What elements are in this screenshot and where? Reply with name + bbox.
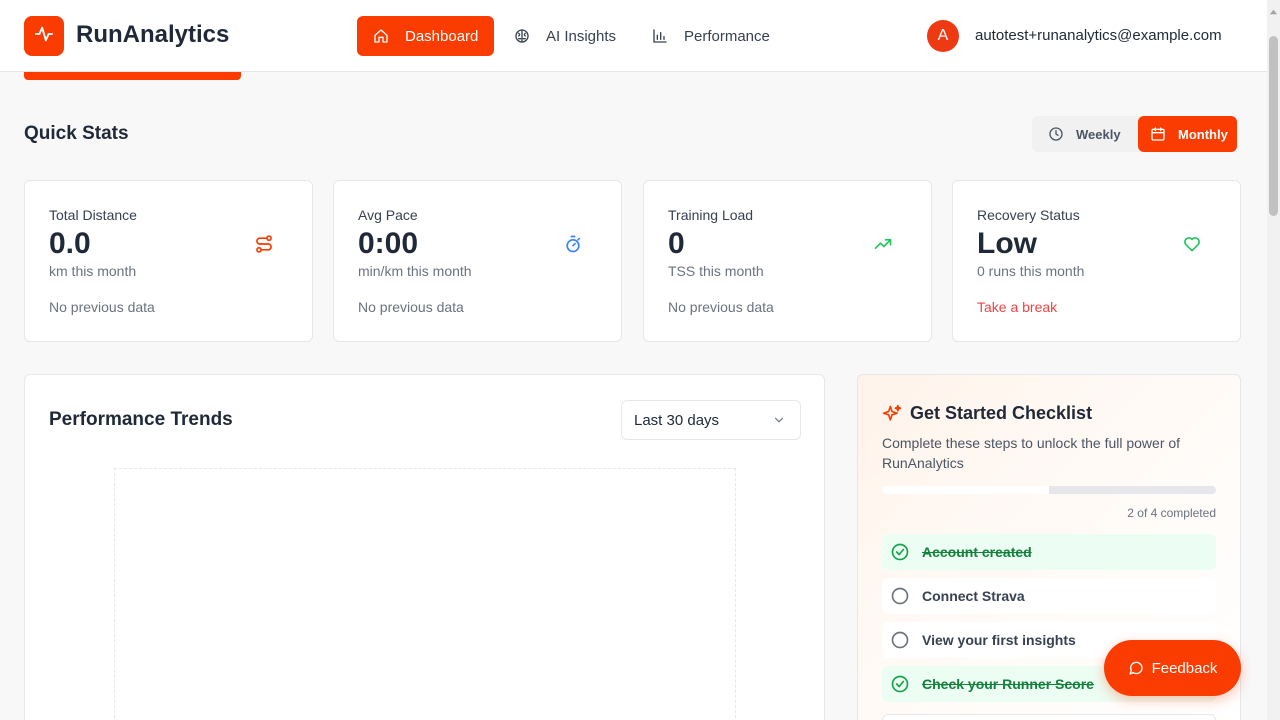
weekly-button[interactable]: Weekly <box>1036 116 1133 152</box>
performance-trends-card: Performance Trends Last 30 days <box>24 374 825 720</box>
progress-text: 2 of 4 completed <box>1127 506 1216 520</box>
checklist-item-label: Account created <box>922 544 1032 560</box>
stat-value: 0.0 <box>49 227 91 260</box>
nav-dashboard[interactable]: Dashboard <box>357 16 494 56</box>
heart-icon <box>1181 233 1203 255</box>
empty-circle-icon <box>890 586 910 606</box>
stat-value: Low <box>977 227 1037 260</box>
checklist-description: Complete these steps to unlock the full … <box>882 435 1181 471</box>
sparkles-icon <box>882 404 902 424</box>
checklist-item-label: Check your Runner Score <box>922 676 1094 692</box>
stat-value: 0 <box>668 227 685 260</box>
weekly-label: Weekly <box>1076 126 1121 142</box>
stat-sub: TSS this month <box>668 263 764 279</box>
nav-label: Dashboard <box>405 27 479 45</box>
stat-card-recovery-status: Recovery Status Low 0 runs this month Ta… <box>952 180 1241 342</box>
home-icon <box>373 28 389 44</box>
trending-up-icon <box>872 233 894 255</box>
trends-title: Performance Trends <box>49 409 233 430</box>
stat-label: Recovery Status <box>977 207 1080 223</box>
empty-circle-icon <box>890 630 910 650</box>
chevron-down-icon <box>772 413 786 427</box>
checklist-item-partial[interactable] <box>882 714 1216 720</box>
stat-card-total-distance: Total Distance 0.0 km this month No prev… <box>24 180 313 342</box>
range-select[interactable]: Last 30 days <box>621 400 801 440</box>
brain-icon <box>514 28 530 44</box>
nav-ai-insights[interactable]: AI Insights <box>498 16 632 56</box>
checklist-progress-bar <box>882 486 1216 494</box>
scroll-up-icon[interactable] <box>1269 4 1278 15</box>
monthly-button[interactable]: Monthly <box>1138 116 1237 152</box>
checklist-item[interactable]: Account created <box>882 534 1216 570</box>
user-email[interactable]: autotest+runanalytics@example.com <box>975 27 1222 44</box>
avatar[interactable]: A <box>927 20 959 52</box>
app-logo[interactable] <box>24 16 64 56</box>
calendar-icon <box>1150 126 1166 142</box>
feedback-button[interactable]: Feedback <box>1104 640 1241 696</box>
check-circle-icon <box>890 542 910 562</box>
bar-chart-icon <box>652 28 668 44</box>
stat-sub: km this month <box>49 263 137 279</box>
stat-note: No previous data <box>49 299 155 315</box>
check-circle-icon <box>890 674 910 694</box>
stat-label: Training Load <box>668 207 754 223</box>
stat-note: Take a break <box>977 299 1058 315</box>
checklist-title: Get Started Checklist <box>910 403 1093 423</box>
partial-button-strip[interactable] <box>24 72 241 80</box>
checklist-item-label: Connect Strava <box>922 588 1025 604</box>
top-header: RunAnalytics Dashboard AI Insights Perfo… <box>0 0 1267 72</box>
activity-icon <box>33 23 55 50</box>
monthly-label: Monthly <box>1178 126 1228 142</box>
checklist-item-label: View your first insights <box>922 632 1076 648</box>
scrollbar-thumb[interactable] <box>1269 36 1278 216</box>
stat-note: No previous data <box>668 299 774 315</box>
chart-area <box>114 468 736 720</box>
progress-fill <box>882 486 1049 494</box>
checklist-item[interactable]: Connect Strava <box>882 578 1216 614</box>
checklist-header: Get Started Checklist <box>882 403 1092 424</box>
clock-icon <box>1048 126 1064 142</box>
stat-note: No previous data <box>358 299 464 315</box>
stopwatch-icon <box>562 233 584 255</box>
stat-value: 0:00 <box>358 227 419 260</box>
nav-performance[interactable]: Performance <box>636 16 786 56</box>
stat-sub: min/km this month <box>358 263 472 279</box>
period-toggle: Weekly Monthly <box>1032 116 1237 152</box>
range-select-value: Last 30 days <box>634 411 720 429</box>
stat-label: Total Distance <box>49 207 137 223</box>
stat-card-avg-pace: Avg Pace 0:00 min/km this month No previ… <box>333 180 622 342</box>
message-circle-icon <box>1128 660 1144 676</box>
stat-sub: 0 runs this month <box>977 263 1085 279</box>
feedback-label: Feedback <box>1151 659 1218 677</box>
app-name: RunAnalytics <box>76 21 230 48</box>
nav-label: AI Insights <box>546 27 617 45</box>
stat-card-training-load: Training Load 0 TSS this month No previo… <box>643 180 932 342</box>
route-icon <box>253 233 275 255</box>
nav-label: Performance <box>684 27 770 45</box>
quick-stats-title: Quick Stats <box>24 123 129 144</box>
stat-label: Avg Pace <box>358 207 418 223</box>
